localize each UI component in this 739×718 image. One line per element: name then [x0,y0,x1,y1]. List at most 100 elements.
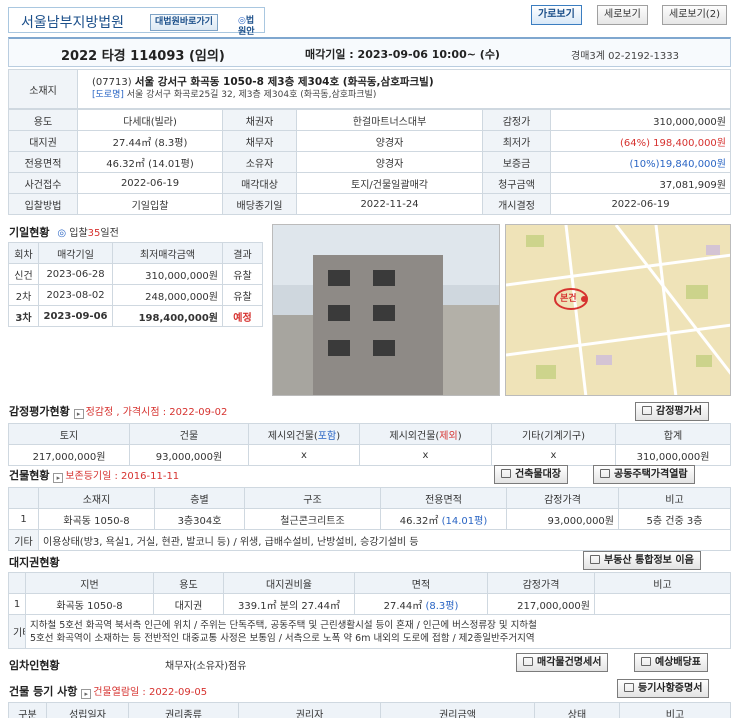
use: 대지권 [153,593,224,615]
lot: 화곡동 1050-8 [25,593,154,615]
building-sub[interactable]: ▸ 보존등기일 : 2016-11-11 [53,471,179,483]
value-bid-method: 기일입찰 [77,193,223,215]
summary-row: 전용면적 46.32㎡ (14.01평) 소유자 양경자 보증금 (10%)19… [8,151,731,173]
col-land: 토지 [8,423,130,445]
price: 248,000,000원 [112,284,223,306]
date: 2023-09-06 [38,305,113,327]
location: 화곡동 1050-8 [38,508,155,530]
table-row: 신건 2023-06-28 310,000,000원 유찰 [8,263,263,285]
realestate-info-button[interactable]: 부동산 통합정보 이음 [583,551,701,570]
vertical-view2-button[interactable]: 세로보기(2) [662,5,727,25]
location-map[interactable]: 본건 [505,224,731,396]
etc-text: 이용상태(방3, 욕실1, 거실, 현관, 발코니 등) / 위생, 급배수설비… [38,529,731,551]
vertical-view-button[interactable]: 세로보기 [597,5,648,25]
court-header: 서울남부지방법원 대법원바로가기 ◎법원안내 [8,7,265,48]
col-lot: 지번 [25,572,154,594]
housing-price-button[interactable]: 공동주택가격열람 [593,465,695,484]
postal-code: (07713) [92,77,132,88]
appraisal-sub[interactable]: ▸ 정감정 , 가격시점 : 2022-09-02 [73,407,227,419]
value-min-price: (64%) 198,400,000원 [550,130,731,152]
result: 예정 [222,305,263,327]
col-note: 비고 [619,702,731,718]
value-start-decision: 2022-06-19 [550,193,731,215]
location-label: 소재지 [8,69,78,109]
registry-table: 구분 성립일자 권리종류 권리자 권리금액 상태 비고 [8,702,731,718]
table-row: 1 화곡동 1050-8 대지권 339.1㎡ 분의 27.44㎡ 27.44㎡… [8,593,731,615]
label-usage: 용도 [8,109,78,131]
col-use: 용도 [153,572,224,594]
registry-cert-button[interactable]: 등기사항증명서 [617,679,710,698]
col-amount: 권리금액 [380,702,535,718]
value-claim: 37,081,909원 [550,172,731,194]
round: 2차 [8,284,39,306]
appraisal-table: 토지 건물 제시외건물(포함) 제시외건물(제외) 기타(기계기구) 합계 21… [8,423,731,466]
summary-row: 입찰방법 기일입찰 배당종기일 2022-11-24 개시결정 2022-06-… [8,193,731,215]
label-min-price: 최저가 [482,130,551,152]
building-value: 93,000,000원 [129,444,249,466]
label-claim: 청구금액 [482,172,551,194]
expand-icon: ▸ [81,689,92,699]
label-appraised: 감정가 [482,109,551,131]
label-debtor: 채무자 [222,130,297,152]
col-machinery: 기타(기계기구) [491,423,616,445]
registry-title: 건물 등기 사항 ▸ 건물열람일 : 2022-09-05 [9,685,208,699]
building-photo[interactable] [272,224,500,396]
road-address: 서울 강서구 화곡로25길 32, 제3층 제304호 (화곡동,삼호파크빌) [126,90,377,100]
extra-excl-value: x [359,444,492,466]
label-owner: 소유자 [222,151,297,173]
value-appraised: 310,000,000원 [550,109,731,131]
case-number: 2022 타경 114093 (임의) [61,49,225,64]
round: 신건 [8,263,39,285]
value-sale-target: 토지/건물일괄매각 [296,172,483,194]
col-blank [8,572,26,594]
col-date: 성립일자 [46,702,129,718]
summary-row: 대지권 27.44㎡ (8.3평) 채무자 양경자 최저가 (64%) 198,… [8,130,731,152]
col-min-price: 최저매각금액 [112,242,223,264]
floor: 3층304호 [154,508,245,530]
value-usage: 다세대(빌라) [77,109,223,131]
price: 310,000,000원 [112,263,223,285]
col-total: 합계 [615,423,731,445]
area: 46.32㎡ (14.01평) [380,508,507,530]
extra-incl-value: x [248,444,360,466]
value-land-right: 27.44㎡ (8.3평) [77,130,223,152]
horizontal-view-button[interactable]: 가로보기 [531,5,582,25]
label-land-right: 대지권 [8,130,78,152]
row-num: 1 [8,508,39,530]
result: 유찰 [222,284,263,306]
map-pin-icon: ◎ [238,16,246,26]
value-owner: 양경자 [296,151,483,173]
sale-statement-button[interactable]: 매각물건명세서 [516,653,609,672]
summary-row: 사건접수 2022-06-19 매각대상 토지/건물일괄매각 청구금액 37,0… [8,172,731,194]
table-row: 217,000,000원 93,000,000원 x x x 310,000,0… [8,444,731,466]
note: 5층 건중 3층 [618,508,731,530]
appraisal-title: 감정평가현황 ▸ 정감정 , 가격시점 : 2022-09-02 [9,405,228,419]
note [594,593,731,615]
label-creditor: 채권자 [222,109,297,131]
structure: 철근콘크리트조 [244,508,381,530]
map-svg [506,225,730,395]
registry-sub[interactable]: ▸ 건물열람일 : 2022-09-05 [81,687,207,699]
building-register-button[interactable]: 건축물대장 [494,465,568,484]
location-cell: (07713) 서울 강서구 화곡동 1050-8 제3층 제304호 (화곡동… [77,69,731,109]
clock-icon: ◎ [57,228,67,239]
ratio: 339.1㎡ 분의 27.44㎡ [223,593,355,615]
dividend-button[interactable]: 예상배당표 [634,653,708,672]
location-table: 소재지 (07713) 서울 강서구 화곡동 1050-8 제3층 제304호 … [8,69,731,109]
appraisal-report-button[interactable]: 감정평가서 [635,402,709,421]
court-guide-link[interactable]: ◎법원안내 [238,14,264,48]
col-result: 결과 [222,242,263,264]
court-name: 서울남부지방법원 [21,15,125,31]
summary-table: 용도 다세대(빌라) 채권자 한걸마트너스대부 감정가 310,000,000원… [8,109,731,215]
document-icon [590,555,600,564]
total-value: 310,000,000원 [615,444,731,466]
col-floor: 층별 [154,487,245,509]
value-creditor: 한걸마트너스대부 [296,109,483,131]
col-appraised: 감정가격 [506,487,619,509]
col-note: 비고 [594,572,731,594]
supreme-court-link[interactable]: 대법원바로가기 [150,14,218,31]
road-tag[interactable]: [도로명] [92,90,124,100]
land-value: 217,000,000원 [8,444,130,466]
value-debtor: 양경자 [296,130,483,152]
value-filed: 2022-06-19 [77,172,223,194]
